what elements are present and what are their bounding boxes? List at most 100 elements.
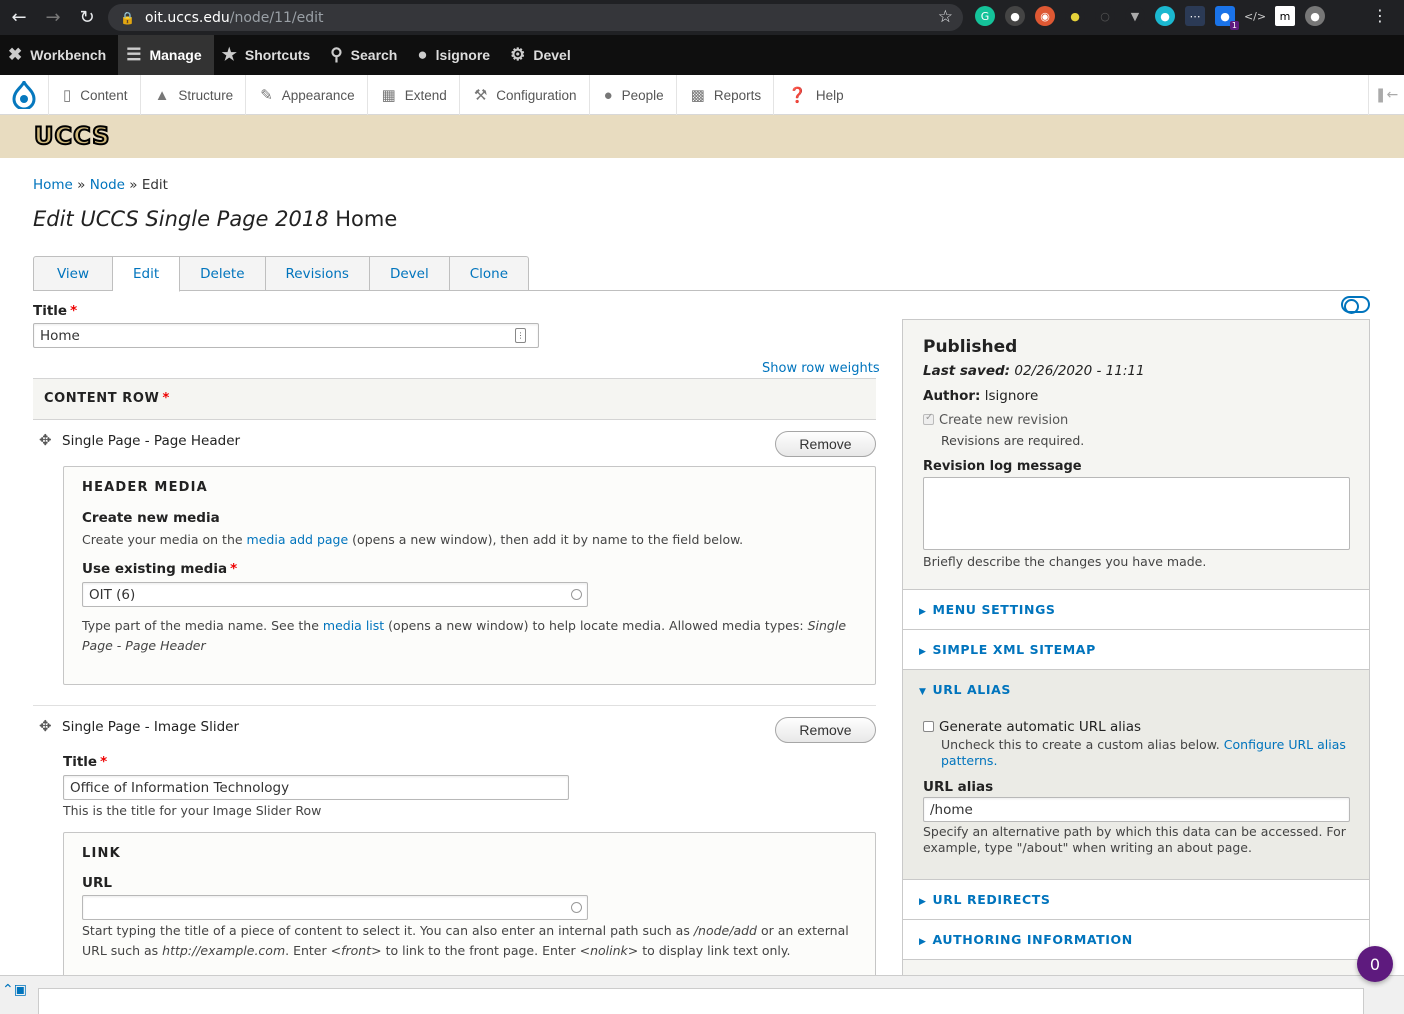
breadcrumb-home[interactable]: Home — [33, 177, 73, 193]
title-input[interactable]: Home ⋮ — [33, 323, 539, 348]
uccs-logo[interactable]: UCCS — [33, 123, 110, 149]
toolbar-search[interactable]: ⚲ Search — [322, 35, 409, 75]
tray-orientation-toggle-icon[interactable]: ❚← — [1368, 75, 1404, 115]
extension-icons: G ● ◉ ● ○ ▼ ● ⋯ ● 1 </> m ● — [975, 6, 1325, 30]
url-redirects-accordion[interactable]: ▶ URL REDIRECTS — [903, 880, 1369, 920]
slider-title-input[interactable]: Office of Information Technology — [63, 775, 569, 800]
media-list-link[interactable]: media list — [323, 618, 384, 633]
bar-chart-icon: ▩ — [690, 87, 705, 104]
toolbar-manage[interactable]: ☰ Manage — [118, 35, 214, 75]
tray-configuration[interactable]: ⚒ Configuration — [458, 75, 589, 115]
tray-people[interactable]: ● People — [588, 75, 676, 115]
toolbar-workbench[interactable]: ✖ Workbench — [0, 35, 118, 75]
browser-menu-icon[interactable]: ⋮ — [1372, 6, 1388, 25]
triangle-right-icon: ▶ — [919, 607, 927, 617]
sidebar-toggle-switch[interactable] — [1341, 296, 1370, 314]
toolbar-devel[interactable]: ⚙ Devel — [502, 35, 583, 75]
simple-xml-sitemap-accordion[interactable]: ▶ SIMPLE XML SITEMAP — [903, 630, 1369, 670]
address-bar[interactable]: 🔒 oit.uccs.edu/node/11/edit ☆ — [108, 4, 963, 31]
revision-log-textarea[interactable] — [923, 477, 1350, 550]
author-line: Author: lsignore — [923, 388, 1039, 404]
checkbox-icon — [923, 412, 934, 425]
drag-handle-icon[interactable]: ✥ — [39, 717, 52, 735]
generate-alias-checkbox[interactable]: Generate automatic URL alias — [923, 719, 1141, 735]
forward-arrow-icon[interactable]: → — [38, 3, 68, 33]
url-input[interactable] — [82, 895, 588, 920]
tray-extend[interactable]: ▦ Extend — [366, 75, 459, 115]
admin-toolbar: ✖ Workbench ☰ Manage ★ Shortcuts ⚲ Search ● l… — [0, 35, 1404, 75]
toolbar-user[interactable]: ● lsignore — [409, 35, 502, 75]
show-row-weights-link[interactable]: Show row weights — [762, 361, 880, 376]
glasses-extension-icon[interactable]: ● — [1005, 6, 1025, 26]
revision-log-label: Revision log message — [923, 459, 1082, 474]
url-description: Start typing the title of a piece of con… — [82, 923, 849, 958]
link-fieldset: LINK URL Start typing the title of a pie… — [63, 832, 876, 992]
url-alias-description: Specify an alternative path by which thi… — [923, 824, 1346, 855]
remove-image-slider-button[interactable]: Remove — [775, 717, 876, 743]
tab-clone[interactable]: Clone — [449, 256, 530, 291]
help-icon: ❓ — [788, 87, 807, 104]
duckduckgo-icon[interactable]: ◉ — [1035, 6, 1055, 26]
badge-extension-icon[interactable]: ● 1 — [1215, 6, 1239, 30]
drag-handle-icon[interactable]: ✥ — [39, 431, 52, 449]
tray-structure[interactable]: ▲ Structure — [139, 75, 246, 115]
checkbox-icon — [923, 721, 934, 732]
admin-tray: ▯ Content ▲ Structure ✎ Appearance ▦ Extend … — [0, 75, 1404, 115]
save-disk-icon[interactable]: ▣ — [14, 982, 27, 998]
collapse-arrow-icon[interactable]: ⌃ — [2, 982, 14, 998]
entity-meta-header: Published Last saved: 02/26/2020 - 11:11… — [903, 320, 1369, 590]
tab-edit[interactable]: Edit — [113, 256, 181, 292]
menu-settings-accordion[interactable]: ▶ MENU SETTINGS — [903, 590, 1369, 630]
profile-avatar-icon[interactable]: ● — [1305, 6, 1325, 26]
back-arrow-icon[interactable]: ← — [4, 3, 34, 33]
tab-revisions[interactable]: Revisions — [265, 256, 370, 291]
tray-content[interactable]: ▯ Content — [48, 75, 140, 115]
create-revision-checkbox[interactable]: Create new revision — [923, 412, 1068, 428]
media-description: Type part of the media name. See the med… — [82, 618, 847, 653]
url-host: oit.uccs.edu — [144, 9, 230, 26]
media-add-page-link[interactable]: media add page — [247, 532, 349, 547]
link-legend: LINK — [82, 846, 121, 861]
remove-page-header-button[interactable]: Remove — [775, 431, 876, 457]
bookmark-star-icon[interactable]: ☆ — [938, 7, 953, 27]
tray-help[interactable]: ❓ Help — [773, 75, 855, 115]
title-label: Title * — [33, 303, 78, 319]
grammarly-icon[interactable]: G — [975, 6, 995, 26]
lightbulb-extension-icon[interactable]: ● — [1065, 6, 1085, 26]
wolf-extension-icon[interactable]: ▼ — [1125, 6, 1145, 26]
reload-icon[interactable]: ↻ — [72, 3, 102, 33]
autocomplete-icon — [571, 589, 582, 600]
medium-extension-icon[interactable]: m — [1275, 6, 1295, 26]
last-saved: Last saved: 02/26/2020 - 11:11 — [923, 363, 1145, 379]
code-extension-icon[interactable]: </> — [1244, 6, 1266, 26]
url-alias-input[interactable]: /home — [923, 797, 1350, 822]
row-divider — [33, 705, 876, 706]
row-name-image-slider: Single Page - Image Slider — [62, 719, 239, 735]
search-icon: ⚲ — [330, 45, 343, 64]
breadcrumb: Home » Node » Edit — [33, 177, 168, 193]
drupal-logo-icon[interactable] — [0, 75, 48, 115]
password-manager-icon[interactable]: ⋮ — [515, 328, 526, 343]
node-sidebar: Published Last saved: 02/26/2020 - 11:11… — [902, 319, 1370, 1014]
url-alias-accordion[interactable]: ▼ URL ALIAS — [919, 682, 1011, 697]
authoring-information-accordion[interactable]: ▶ AUTHORING INFORMATION — [903, 920, 1369, 960]
tab-view[interactable]: View — [33, 256, 113, 291]
tab-devel[interactable]: Devel — [369, 256, 450, 291]
browser-toolbar: ← → ↻ 🔒 oit.uccs.edu/node/11/edit ☆ G ● … — [0, 0, 1404, 35]
page-title: Edit UCCS Single Page 2018 Home — [33, 207, 398, 231]
tray-reports[interactable]: ▩ Reports — [675, 75, 773, 115]
tab-delete[interactable]: Delete — [180, 256, 266, 291]
triangle-right-icon: ▶ — [919, 937, 927, 947]
user-icon: ● — [417, 45, 428, 64]
use-existing-media-input[interactable]: OIT (6) — [82, 582, 588, 607]
triangle-down-icon: ▼ — [919, 687, 927, 697]
eye-extension-icon[interactable]: ● — [1155, 6, 1175, 26]
generate-alias-description: Uncheck this to create a custom alias be… — [941, 737, 1346, 768]
circle-extension-icon[interactable]: ○ — [1095, 6, 1115, 26]
breadcrumb-node[interactable]: Node — [90, 177, 125, 193]
toolbar-shortcuts[interactable]: ★ Shortcuts — [214, 35, 323, 75]
dots-extension-icon[interactable]: ⋯ — [1185, 6, 1205, 26]
tray-appearance[interactable]: ✎ Appearance — [245, 75, 366, 115]
chat-badge[interactable]: 0 — [1357, 946, 1393, 982]
puzzle-icon: ▦ — [381, 87, 396, 104]
